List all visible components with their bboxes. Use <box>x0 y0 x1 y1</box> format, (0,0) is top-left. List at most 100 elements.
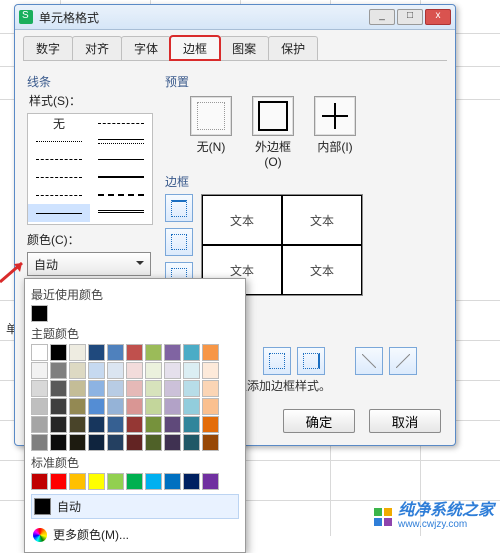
color-swatch[interactable] <box>183 362 200 379</box>
color-swatch[interactable] <box>145 362 162 379</box>
color-swatch[interactable] <box>69 398 86 415</box>
style-opt[interactable] <box>90 186 152 204</box>
color-swatch[interactable] <box>183 398 200 415</box>
color-swatch[interactable] <box>183 434 200 451</box>
color-swatch[interactable] <box>202 398 219 415</box>
titlebar[interactable]: 单元格格式 _ □ x <box>15 5 455 30</box>
color-swatch[interactable] <box>69 473 86 490</box>
color-swatch[interactable] <box>202 362 219 379</box>
color-swatch[interactable] <box>88 344 105 361</box>
color-swatch[interactable] <box>69 362 86 379</box>
color-swatch[interactable] <box>50 344 67 361</box>
preset-inside[interactable]: 内部(I) <box>311 96 359 169</box>
color-swatch[interactable] <box>126 434 143 451</box>
preset-none[interactable]: 无(N) <box>187 96 235 169</box>
color-swatch[interactable] <box>88 398 105 415</box>
color-swatch[interactable] <box>31 305 48 322</box>
color-swatch[interactable] <box>145 416 162 433</box>
style-opt[interactable] <box>28 132 90 150</box>
color-swatch[interactable] <box>50 398 67 415</box>
color-swatch[interactable] <box>145 398 162 415</box>
style-opt[interactable] <box>28 150 90 168</box>
color-swatch[interactable] <box>164 473 181 490</box>
color-swatch[interactable] <box>164 398 181 415</box>
close-button[interactable]: x <box>425 9 451 25</box>
style-opt[interactable] <box>90 168 152 186</box>
color-swatch[interactable] <box>183 473 200 490</box>
color-swatch[interactable] <box>69 416 86 433</box>
style-opt[interactable] <box>90 150 152 168</box>
tab-align[interactable]: 对齐 <box>72 36 122 60</box>
color-swatch[interactable] <box>50 362 67 379</box>
style-opt[interactable] <box>90 114 152 132</box>
style-opt[interactable] <box>28 204 90 222</box>
color-swatch[interactable] <box>126 362 143 379</box>
tab-pattern[interactable]: 图案 <box>219 36 269 60</box>
border-hmiddle-button[interactable] <box>165 228 193 256</box>
style-opt[interactable] <box>28 186 90 204</box>
color-auto-option[interactable]: 自动 <box>31 494 239 519</box>
color-swatch[interactable] <box>107 473 124 490</box>
color-swatch[interactable] <box>202 380 219 397</box>
color-swatch[interactable] <box>69 344 86 361</box>
color-swatch[interactable] <box>107 434 124 451</box>
color-swatch[interactable] <box>69 434 86 451</box>
color-swatch[interactable] <box>164 434 181 451</box>
border-right-button[interactable] <box>297 347 325 375</box>
color-swatch[interactable] <box>88 434 105 451</box>
color-swatch[interactable] <box>88 416 105 433</box>
color-swatch[interactable] <box>126 344 143 361</box>
color-swatch[interactable] <box>69 380 86 397</box>
color-swatch[interactable] <box>88 473 105 490</box>
color-swatch[interactable] <box>145 473 162 490</box>
color-swatch[interactable] <box>145 380 162 397</box>
tab-font[interactable]: 字体 <box>121 36 171 60</box>
color-swatch[interactable] <box>50 434 67 451</box>
color-swatch[interactable] <box>50 416 67 433</box>
color-swatch[interactable] <box>126 398 143 415</box>
color-swatch[interactable] <box>126 416 143 433</box>
color-swatch[interactable] <box>202 344 219 361</box>
border-diag-down-button[interactable] <box>355 347 383 375</box>
color-swatch[interactable] <box>107 344 124 361</box>
tab-border[interactable]: 边框 <box>170 36 220 60</box>
color-swatch[interactable] <box>183 344 200 361</box>
color-swatch[interactable] <box>183 380 200 397</box>
color-dropdown[interactable]: 自动 <box>27 252 151 276</box>
maximize-button[interactable]: □ <box>397 9 423 25</box>
color-swatch[interactable] <box>126 473 143 490</box>
color-swatch[interactable] <box>164 416 181 433</box>
color-swatch[interactable] <box>50 473 67 490</box>
color-swatch[interactable] <box>31 398 48 415</box>
color-swatch[interactable] <box>145 344 162 361</box>
tab-number[interactable]: 数字 <box>23 36 73 60</box>
color-swatch[interactable] <box>107 362 124 379</box>
color-swatch[interactable] <box>31 434 48 451</box>
preset-outline[interactable]: 外边框(O) <box>249 96 297 169</box>
more-colors-option[interactable]: 更多颜色(M)... <box>31 523 239 546</box>
minimize-button[interactable]: _ <box>369 9 395 25</box>
color-swatch[interactable] <box>88 362 105 379</box>
color-swatch[interactable] <box>183 416 200 433</box>
color-swatch[interactable] <box>126 380 143 397</box>
style-opt[interactable] <box>28 168 90 186</box>
style-opt[interactable] <box>90 204 152 222</box>
ok-button[interactable]: 确定 <box>283 409 355 433</box>
color-swatch[interactable] <box>31 344 48 361</box>
tab-protect[interactable]: 保护 <box>268 36 318 60</box>
color-swatch[interactable] <box>145 434 162 451</box>
color-swatch[interactable] <box>50 380 67 397</box>
color-swatch[interactable] <box>202 434 219 451</box>
color-swatch[interactable] <box>202 416 219 433</box>
color-swatch[interactable] <box>107 416 124 433</box>
color-swatch[interactable] <box>31 362 48 379</box>
color-swatch[interactable] <box>164 362 181 379</box>
border-vmiddle-button[interactable] <box>263 347 291 375</box>
line-style-grid[interactable]: 无 <box>27 113 153 225</box>
color-swatch[interactable] <box>107 398 124 415</box>
color-swatch[interactable] <box>88 380 105 397</box>
color-swatch[interactable] <box>164 380 181 397</box>
color-swatch[interactable] <box>31 416 48 433</box>
border-top-button[interactable] <box>165 194 193 222</box>
style-none[interactable]: 无 <box>28 114 90 132</box>
